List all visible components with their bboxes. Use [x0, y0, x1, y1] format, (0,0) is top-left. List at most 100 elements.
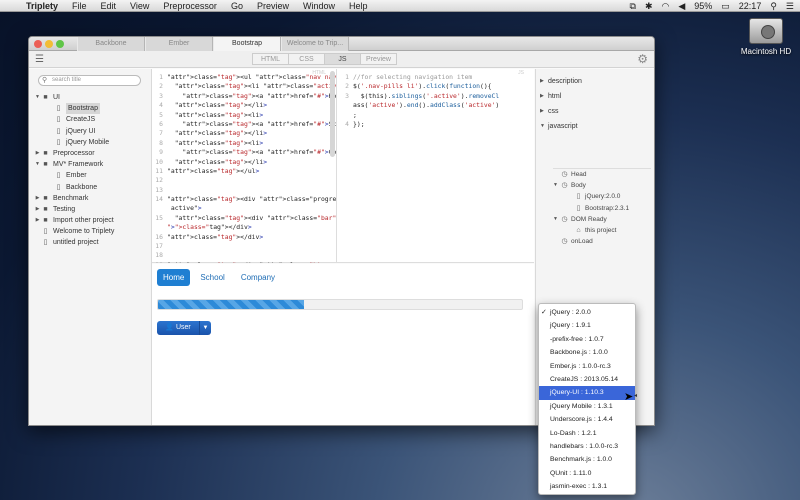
menu-app-name[interactable]: Triplety: [26, 0, 58, 12]
chevron-down-icon[interactable]: ▼: [553, 214, 560, 225]
chevron-down-icon[interactable]: ▼: [199, 321, 211, 335]
sidebar-item-label: jQuery UI: [66, 127, 96, 135]
tab-2[interactable]: Bootstrap: [213, 37, 281, 51]
sidebar-item-7[interactable]: ▯ Ember: [34, 170, 150, 181]
zoom-button[interactable]: [56, 40, 64, 48]
sidebar-item-3[interactable]: ▯ jQuery UI: [34, 126, 150, 137]
chevron-down-icon[interactable]: ▼: [553, 180, 560, 191]
sidebar-item-2[interactable]: ▯ CreateJS: [34, 114, 150, 125]
chevron-right-icon[interactable]: ▶: [34, 204, 41, 215]
search-input[interactable]: ⚲ search title: [38, 75, 141, 86]
battery-percent[interactable]: 95%: [694, 0, 712, 12]
segment-html[interactable]: HTML: [252, 53, 289, 65]
js-code: 1 //for selecting navigation item 2 $('.nav…: [338, 73, 526, 129]
sidebar-item-1[interactable]: ▯ Bootstrap: [34, 103, 150, 115]
sidebar-item-4[interactable]: ▯ jQuery Mobile: [34, 137, 150, 148]
library-menu-item-2[interactable]: -prefix-free : 1.0.7: [539, 333, 635, 346]
sidebar-item-5[interactable]: ▶ ■ Preprocessor: [34, 148, 150, 159]
code-line: 9 "attr">class="tag"><a "attr">href="#">…: [152, 148, 336, 157]
desktop-disk-icon[interactable]: Macintosh HD: [740, 18, 792, 56]
chevron-right-icon[interactable]: ▶: [540, 89, 548, 104]
chevron-right-icon[interactable]: ▶: [540, 104, 548, 119]
library-menu-item-12[interactable]: QUnit : 1.11.0: [539, 467, 635, 480]
js-tree-item-0[interactable]: ◷ Head: [553, 169, 651, 180]
hamburger-menu-icon[interactable]: ☰: [35, 54, 44, 65]
segment-js[interactable]: JS: [324, 53, 361, 65]
menu-item-file[interactable]: File: [72, 1, 87, 11]
menu-item-window[interactable]: Window: [303, 1, 335, 11]
menu-item-preprocessor[interactable]: Preprocessor: [163, 1, 217, 11]
sidebar-item-10[interactable]: ▶ ■ Testing: [34, 204, 150, 215]
library-menu-item-10[interactable]: handlebars : 1.0.0-rc.3: [539, 440, 635, 453]
js-tree-item-4[interactable]: ▼ ◷ DOM Ready: [553, 214, 651, 225]
bluetooth-icon[interactable]: ✱: [645, 0, 653, 12]
spotlight-icon[interactable]: ⚲: [770, 0, 777, 12]
chevron-right-icon[interactable]: ▶: [540, 74, 548, 89]
menu-item-edit[interactable]: Edit: [101, 1, 117, 11]
wifi-icon[interactable]: ◠: [661, 0, 669, 12]
close-button[interactable]: [34, 40, 42, 48]
js-editor[interactable]: JS 1//for selecting navigation item 2 $('.…: [338, 69, 534, 263]
library-menu-item-11[interactable]: Benchmark.js : 1.0.0: [539, 453, 635, 466]
menu-item-go[interactable]: Go: [231, 1, 243, 11]
chevron-right-icon[interactable]: ▶: [34, 148, 41, 159]
library-menu-item-4[interactable]: Ember.js : 1.0.0-rc.3: [539, 360, 635, 373]
sidebar-item-11[interactable]: ▶ ■ Import other project: [34, 215, 150, 226]
js-tree-item-1[interactable]: ▼ ◷ Body: [553, 180, 651, 191]
outline-javascript[interactable]: ▼ javascript: [540, 119, 652, 134]
chevron-down-icon[interactable]: ▼: [34, 92, 41, 103]
sidebar-item-0[interactable]: ▼ ■ UI: [34, 92, 150, 103]
library-menu-item-13[interactable]: jasmin-exec : 1.3.1: [539, 480, 635, 493]
library-menu-item-1[interactable]: jQuery : 1.9.1: [539, 319, 635, 332]
chevron-right-icon[interactable]: ▶: [34, 215, 41, 226]
sidebar-item-13[interactable]: ▯ untitled project: [34, 237, 150, 248]
pill-school[interactable]: School: [194, 269, 230, 286]
library-menu-item-5[interactable]: CreateJS : 2013.05.14: [539, 373, 635, 386]
chevron-down-icon[interactable]: ▼: [34, 159, 41, 170]
sidebar-item-6[interactable]: ▼ ■ MV* Framework: [34, 159, 150, 170]
outline-description[interactable]: ▶ description: [540, 74, 652, 89]
outline-html[interactable]: ▶ html: [540, 89, 652, 104]
project-sidebar: ⚲ search title ▼ ■ UI ▯ Bootstrap ▯ CreateJS ▯ j…: [29, 69, 152, 425]
segment-css[interactable]: CSS: [288, 53, 325, 65]
pill-company[interactable]: Company: [235, 269, 281, 286]
menu-item-preview[interactable]: Preview: [257, 1, 289, 11]
sidebar-item-9[interactable]: ▶ ■ Benchmark: [34, 193, 150, 204]
menu-item-help[interactable]: Help: [349, 1, 368, 11]
library-menu-item-8[interactable]: Underscore.js : 1.4.4: [539, 413, 635, 426]
chevron-right-icon[interactable]: ▶: [34, 193, 41, 204]
html-editor[interactable]: HTML 1 "attr">class="tag"><ul "attr">clas…: [152, 69, 337, 263]
clock[interactable]: 22:17: [739, 0, 762, 12]
library-menu-item-0[interactable]: ✓ jQuery : 2.0.0: [539, 306, 635, 319]
outline-css[interactable]: ▶ css: [540, 104, 652, 119]
user-button[interactable]: 👤 User: [157, 321, 199, 335]
gear-icon[interactable]: ⚙: [637, 52, 648, 66]
menu-item-view[interactable]: View: [130, 1, 149, 11]
js-tree-item-3[interactable]: ▯ Bootstrap:2.3.1: [553, 203, 651, 214]
volume-icon[interactable]: ◀: [678, 0, 685, 12]
library-menu-item-6[interactable]: jQuery-UI : 1.10.3: [539, 386, 635, 400]
chevron-down-icon[interactable]: ▼: [540, 119, 548, 134]
js-tree-item-6[interactable]: ◷ onLoad: [553, 236, 651, 247]
tab-3[interactable]: Welcome to Trip...: [281, 37, 349, 51]
library-menu-label: Underscore.js : 1.4.4: [550, 416, 613, 424]
js-tree-label: onLoad: [571, 238, 593, 246]
tab-1[interactable]: Ember: [145, 37, 213, 51]
notification-icon[interactable]: ☰: [786, 0, 794, 12]
tab-0[interactable]: Backbone: [77, 37, 145, 51]
js-tree-item-5[interactable]: ⌂ this project: [553, 225, 651, 236]
library-menu-item-7[interactable]: jQuery Mobile : 1.3.1: [539, 400, 635, 413]
sidebar-item-12[interactable]: ▯ Welcome to Triplety: [34, 226, 150, 237]
battery-icon[interactable]: ▭: [721, 0, 730, 12]
html-scrollbar[interactable]: [330, 71, 335, 157]
code-line: 6 "attr">class="tag"><a "attr">href="#">…: [152, 120, 336, 129]
sidebar-item-8[interactable]: ▯ Backbone: [34, 182, 150, 193]
js-tree-item-2[interactable]: ▯ jQuery:2.0.0: [553, 191, 651, 202]
dropbox-icon[interactable]: ⧉: [630, 0, 636, 12]
sidebar-item-label: Bootstrap: [66, 103, 100, 115]
minimize-button[interactable]: [45, 40, 53, 48]
library-menu-item-9[interactable]: Lo-Dash : 1.2.1: [539, 427, 635, 440]
library-menu-item-3[interactable]: Backbone.js : 1.0.0: [539, 346, 635, 359]
segment-preview[interactable]: Preview: [360, 53, 397, 65]
pill-home[interactable]: Home: [157, 269, 191, 286]
